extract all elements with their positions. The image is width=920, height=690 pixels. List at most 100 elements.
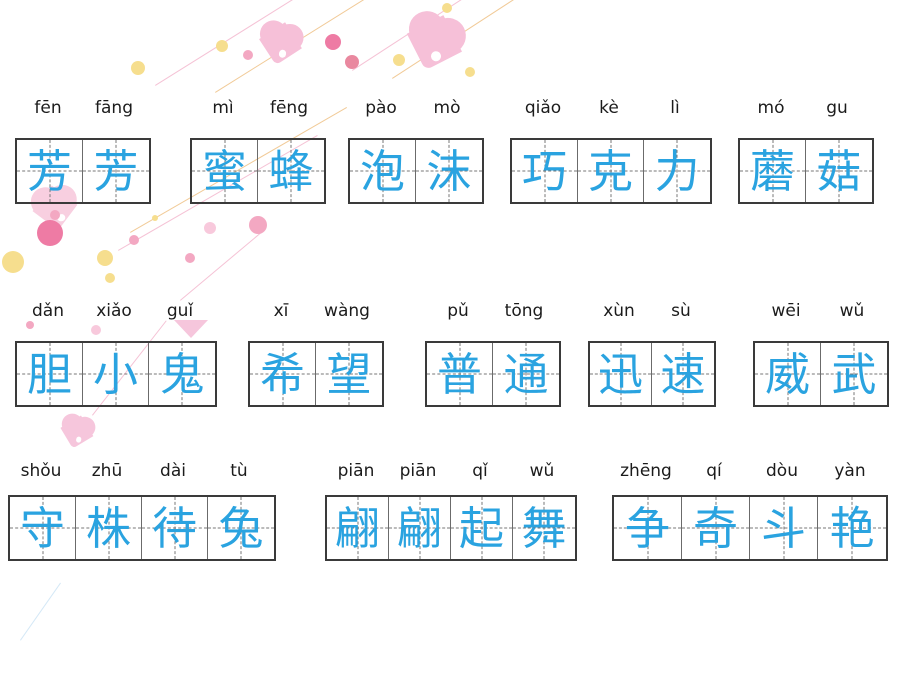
- pinyin-syllable: wǔ: [839, 301, 865, 321]
- worksheet-page: fēn fāng 芳芳 mì fēng 蜜蜂 pào mò 泡沫 qiǎo kè lì 巧克力 mó gu 蘑…: [0, 0, 920, 690]
- hanzi-character: 巧: [521, 144, 567, 198]
- hanzi-character: 望: [326, 347, 372, 401]
- tianzige-cell[interactable]: 通: [493, 343, 559, 405]
- tianzige-cell[interactable]: 蜂: [258, 140, 324, 202]
- tianzige-grid: 胆小鬼: [15, 341, 217, 407]
- tianzige-cell[interactable]: 迅: [590, 343, 652, 405]
- tianzige-grid: 蘑菇: [738, 138, 874, 204]
- hanzi-character: 翩: [334, 501, 380, 555]
- tianzige-cell[interactable]: 速: [652, 343, 714, 405]
- pinyin-row: zhēng qí dòu yàn: [612, 455, 888, 481]
- pinyin-syllable: piān: [337, 461, 375, 481]
- hanzi-character: 蜜: [201, 144, 247, 198]
- pinyin-syllable: tōng: [504, 301, 544, 321]
- pinyin-syllable: mì: [212, 98, 234, 118]
- hanzi-character: 胆: [26, 347, 72, 401]
- pinyin-row: mì fēng: [190, 92, 326, 118]
- pinyin-row: xī wàng: [248, 295, 384, 321]
- pinyin-row: pào mò: [348, 92, 484, 118]
- tianzige-cell[interactable]: 兔: [208, 497, 274, 559]
- word-group: xùn sù 迅速: [588, 295, 716, 407]
- word-group: pào mò 泡沫: [348, 92, 484, 204]
- hanzi-character: 奇: [692, 501, 738, 555]
- hanzi-character: 小: [92, 347, 138, 401]
- hanzi-character: 蜂: [268, 144, 314, 198]
- pinyin-syllable: piān: [399, 461, 437, 481]
- pinyin-syllable: shǒu: [20, 461, 62, 481]
- tianzige-cell[interactable]: 巧: [512, 140, 578, 202]
- tianzige-grid: 争奇斗艳: [612, 495, 888, 561]
- tianzige-cell[interactable]: 蘑: [740, 140, 806, 202]
- tianzige-cell[interactable]: 克: [578, 140, 644, 202]
- word-group: zhēng qí dòu yàn 争奇斗艳: [612, 455, 888, 561]
- word-group: pǔ tōng 普通: [425, 295, 561, 407]
- word-group: piān piān qǐ wǔ 翩翩起舞: [325, 455, 577, 561]
- pinyin-syllable: xī: [273, 301, 289, 321]
- pinyin-syllable: wàng: [324, 301, 370, 321]
- hanzi-character: 希: [259, 347, 305, 401]
- pinyin-syllable: mò: [433, 98, 461, 118]
- tianzige-grid: 希望: [248, 341, 384, 407]
- pinyin-row: wēi wǔ: [753, 295, 889, 321]
- pinyin-row: pǔ tōng: [425, 295, 561, 321]
- tianzige-cell[interactable]: 泡: [350, 140, 416, 202]
- tianzige-grid: 普通: [425, 341, 561, 407]
- tianzige-cell[interactable]: 胆: [17, 343, 83, 405]
- pinyin-syllable: tù: [230, 461, 248, 481]
- hanzi-character: 株: [85, 501, 131, 555]
- tianzige-cell[interactable]: 威: [755, 343, 821, 405]
- word-group-container: fēn fāng 芳芳 mì fēng 蜜蜂 pào mò 泡沫 qiǎo kè lì 巧克力 mó gu 蘑…: [0, 0, 920, 690]
- pinyin-row: dǎn xiǎo guǐ: [15, 295, 217, 321]
- tianzige-cell[interactable]: 蜜: [192, 140, 258, 202]
- pinyin-syllable: fēn: [34, 98, 62, 118]
- hanzi-character: 守: [19, 501, 65, 555]
- pinyin-syllable: dòu: [766, 461, 798, 481]
- hanzi-character: 芳: [93, 144, 139, 198]
- hanzi-character: 泡: [359, 144, 405, 198]
- tianzige-grid: 泡沫: [348, 138, 484, 204]
- hanzi-character: 争: [624, 501, 670, 555]
- tianzige-cell[interactable]: 待: [142, 497, 208, 559]
- hanzi-character: 芳: [26, 144, 72, 198]
- tianzige-cell[interactable]: 斗: [750, 497, 818, 559]
- tianzige-cell[interactable]: 争: [614, 497, 682, 559]
- hanzi-character: 待: [151, 501, 197, 555]
- hanzi-character: 蘑: [749, 144, 795, 198]
- word-group: xī wàng 希望: [248, 295, 384, 407]
- tianzige-cell[interactable]: 舞: [513, 497, 575, 559]
- pinyin-syllable: xiǎo: [96, 301, 132, 321]
- pinyin-syllable: zhēng: [620, 461, 672, 481]
- word-group: qiǎo kè lì 巧克力: [510, 92, 712, 204]
- tianzige-cell[interactable]: 守: [10, 497, 76, 559]
- pinyin-syllable: lì: [670, 98, 680, 118]
- tianzige-cell[interactable]: 株: [76, 497, 142, 559]
- word-group: fēn fāng 芳芳: [15, 92, 151, 204]
- tianzige-cell[interactable]: 菇: [806, 140, 872, 202]
- tianzige-cell[interactable]: 芳: [83, 140, 149, 202]
- tianzige-cell[interactable]: 希: [250, 343, 316, 405]
- tianzige-cell[interactable]: 武: [821, 343, 887, 405]
- pinyin-row: piān piān qǐ wǔ: [325, 455, 577, 481]
- hanzi-character: 舞: [521, 501, 567, 555]
- hanzi-character: 菇: [816, 144, 862, 198]
- tianzige-cell[interactable]: 鬼: [149, 343, 215, 405]
- pinyin-syllable: mó: [757, 98, 785, 118]
- tianzige-cell[interactable]: 起: [451, 497, 513, 559]
- tianzige-grid: 守株待兔: [8, 495, 276, 561]
- tianzige-cell[interactable]: 力: [644, 140, 710, 202]
- pinyin-syllable: guǐ: [166, 301, 194, 321]
- tianzige-grid: 威武: [753, 341, 889, 407]
- tianzige-cell[interactable]: 芳: [17, 140, 83, 202]
- tianzige-cell[interactable]: 翩: [327, 497, 389, 559]
- tianzige-cell[interactable]: 奇: [682, 497, 750, 559]
- tianzige-grid: 巧克力: [510, 138, 712, 204]
- tianzige-cell[interactable]: 沫: [416, 140, 482, 202]
- tianzige-cell[interactable]: 艳: [818, 497, 886, 559]
- tianzige-cell[interactable]: 望: [316, 343, 382, 405]
- pinyin-row: fēn fāng: [15, 92, 151, 118]
- hanzi-character: 起: [458, 501, 504, 555]
- tianzige-cell[interactable]: 小: [83, 343, 149, 405]
- tianzige-cell[interactable]: 普: [427, 343, 493, 405]
- tianzige-cell[interactable]: 翩: [389, 497, 451, 559]
- pinyin-syllable: pào: [365, 98, 397, 118]
